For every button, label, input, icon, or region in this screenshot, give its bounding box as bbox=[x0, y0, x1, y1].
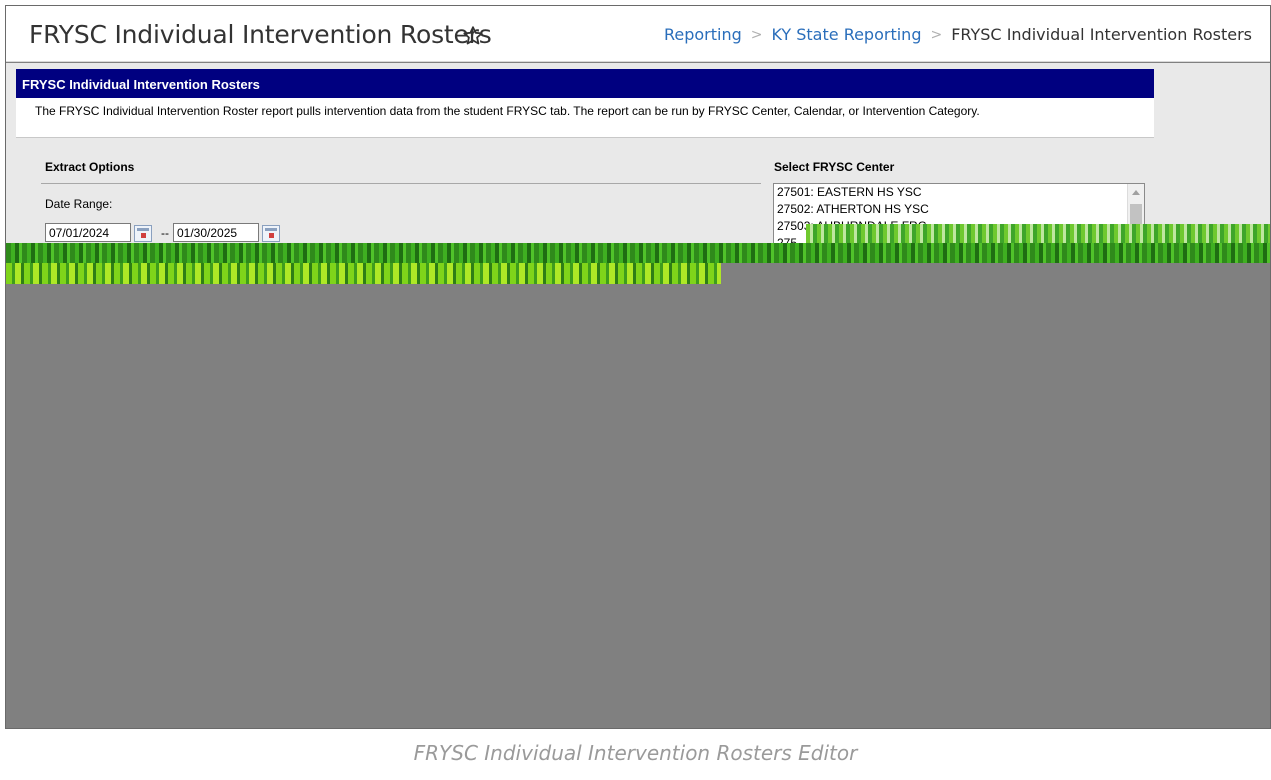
breadcrumb-separator: > bbox=[930, 26, 943, 43]
page-title: FRYSC Individual Intervention Rosters bbox=[29, 20, 492, 49]
breadcrumb-reporting[interactable]: Reporting bbox=[664, 25, 742, 44]
breadcrumb: Reporting > KY State Reporting > FRYSC I… bbox=[664, 25, 1252, 44]
start-date-input[interactable] bbox=[45, 223, 131, 242]
rendering-artifact bbox=[6, 263, 721, 284]
start-date-calendar-icon[interactable] bbox=[134, 225, 152, 242]
date-range-label: Date Range: bbox=[45, 197, 113, 211]
page-header: FRYSC Individual Intervention Rosters Re… bbox=[6, 6, 1270, 62]
frysc-center-option[interactable]: 27502: ATHERTON HS YSC bbox=[774, 201, 1144, 218]
breadcrumb-current: FRYSC Individual Intervention Rosters bbox=[951, 25, 1252, 44]
end-date-calendar-icon[interactable] bbox=[262, 225, 280, 242]
extract-options-divider bbox=[41, 183, 761, 184]
tool-description: The FRYSC Individual Intervention Roster… bbox=[16, 98, 1154, 138]
breadcrumb-ky-state-reporting[interactable]: KY State Reporting bbox=[771, 25, 921, 44]
section-header: FRYSC Individual Intervention Rosters bbox=[16, 69, 1154, 98]
scroll-up-arrow-icon[interactable] bbox=[1132, 190, 1140, 195]
frysc-center-title: Select FRYSC Center bbox=[774, 160, 895, 174]
date-range-separator: -- bbox=[161, 226, 169, 240]
screenshot-frame: FRYSC Individual Intervention Rosters Re… bbox=[5, 5, 1271, 729]
tool-workspace: FRYSC Individual Intervention Rosters Th… bbox=[6, 63, 1270, 245]
extract-options-title: Extract Options bbox=[45, 160, 135, 174]
frysc-center-option[interactable]: 27501: EASTERN HS YSC bbox=[774, 184, 1144, 201]
rendering-artifact bbox=[806, 224, 1270, 244]
rendering-artifact bbox=[6, 243, 1270, 263]
end-date-input[interactable] bbox=[173, 223, 259, 242]
breadcrumb-separator: > bbox=[750, 26, 763, 43]
figure-caption: FRYSC Individual Intervention Rosters Ed… bbox=[413, 741, 858, 765]
favorite-star-icon[interactable] bbox=[461, 24, 485, 48]
